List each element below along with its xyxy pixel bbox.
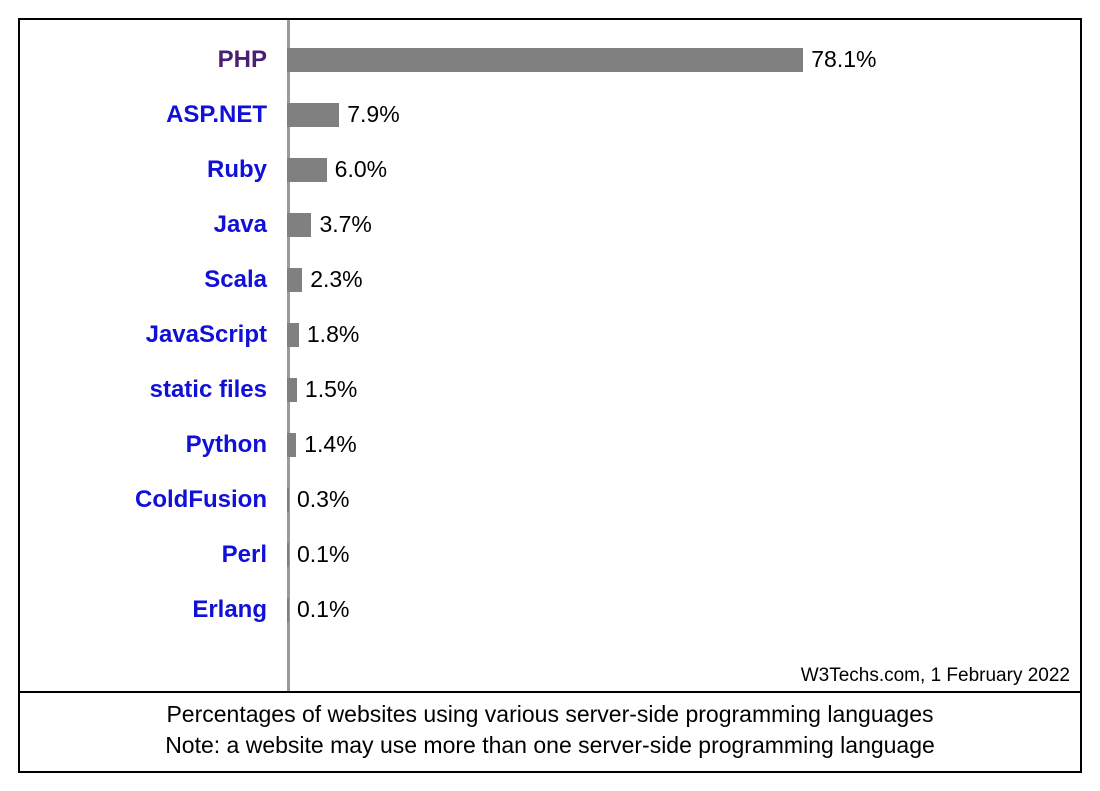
bar-row: Python 1.4% — [32, 417, 1068, 472]
bar — [287, 378, 297, 402]
bar-row: JavaScript 1.8% — [32, 307, 1068, 362]
bar-cell: 7.9% — [287, 87, 1068, 142]
bar-row: Perl0.1% — [32, 527, 1068, 582]
value-label: 3.7% — [311, 211, 371, 238]
caption-line-2: Note: a website may use more than one se… — [30, 730, 1070, 761]
source-attribution: W3Techs.com, 1 February 2022 — [801, 665, 1070, 687]
category-label[interactable]: ColdFusion — [32, 486, 287, 514]
chart-caption: Percentages of websites using various se… — [20, 691, 1080, 771]
value-label: 1.5% — [297, 376, 357, 403]
category-label[interactable]: Perl — [32, 541, 287, 569]
bar-row: ASP.NET 7.9% — [32, 87, 1068, 142]
value-label: 6.0% — [327, 156, 387, 183]
category-label[interactable]: Erlang — [32, 596, 287, 624]
value-label: 7.9% — [339, 101, 399, 128]
bar-cell: 2.3% — [287, 252, 1068, 307]
bar — [287, 103, 339, 127]
plot-area: PHP 78.1% ASP.NET 7.9% Ruby 6.0% Java 3.7% Scala… — [20, 20, 1080, 691]
bar — [287, 48, 803, 72]
value-label: 0.1% — [289, 596, 349, 623]
category-label[interactable]: JavaScript — [32, 321, 287, 349]
bar-row: Java 3.7% — [32, 197, 1068, 252]
category-label[interactable]: PHP — [32, 46, 287, 74]
bar-cell: 78.1% — [287, 32, 1068, 87]
bar-row: Ruby 6.0% — [32, 142, 1068, 197]
value-label: 78.1% — [803, 46, 876, 73]
chart-container: PHP 78.1% ASP.NET 7.9% Ruby 6.0% Java 3.7% Scala… — [18, 18, 1082, 773]
value-label: 0.1% — [289, 541, 349, 568]
bar-row: PHP 78.1% — [32, 32, 1068, 87]
category-label[interactable]: ASP.NET — [32, 101, 287, 129]
bar-cell: 0.1% — [287, 582, 1068, 637]
bar-cell: 0.3% — [287, 472, 1068, 527]
bar — [287, 158, 327, 182]
bar-cell: 6.0% — [287, 142, 1068, 197]
bar-row: ColdFusion0.3% — [32, 472, 1068, 527]
value-label: 1.4% — [296, 431, 356, 458]
category-label[interactable]: Java — [32, 211, 287, 239]
category-label[interactable]: static files — [32, 376, 287, 404]
value-label: 1.8% — [299, 321, 359, 348]
bar — [287, 268, 302, 292]
bar-cell: 1.8% — [287, 307, 1068, 362]
bar-row: static files 1.5% — [32, 362, 1068, 417]
category-label[interactable]: Python — [32, 431, 287, 459]
bar-cell: 3.7% — [287, 197, 1068, 252]
bar-row: Scala 2.3% — [32, 252, 1068, 307]
bar-cell: 1.4% — [287, 417, 1068, 472]
category-label[interactable]: Ruby — [32, 156, 287, 184]
bar — [287, 433, 296, 457]
value-label: 2.3% — [302, 266, 362, 293]
bar-cell: 0.1% — [287, 527, 1068, 582]
caption-line-1: Percentages of websites using various se… — [30, 699, 1070, 730]
category-label[interactable]: Scala — [32, 266, 287, 294]
bar-cell: 1.5% — [287, 362, 1068, 417]
bar-row: Erlang0.1% — [32, 582, 1068, 637]
bar — [287, 323, 299, 347]
value-label: 0.3% — [289, 486, 349, 513]
bar — [287, 213, 311, 237]
